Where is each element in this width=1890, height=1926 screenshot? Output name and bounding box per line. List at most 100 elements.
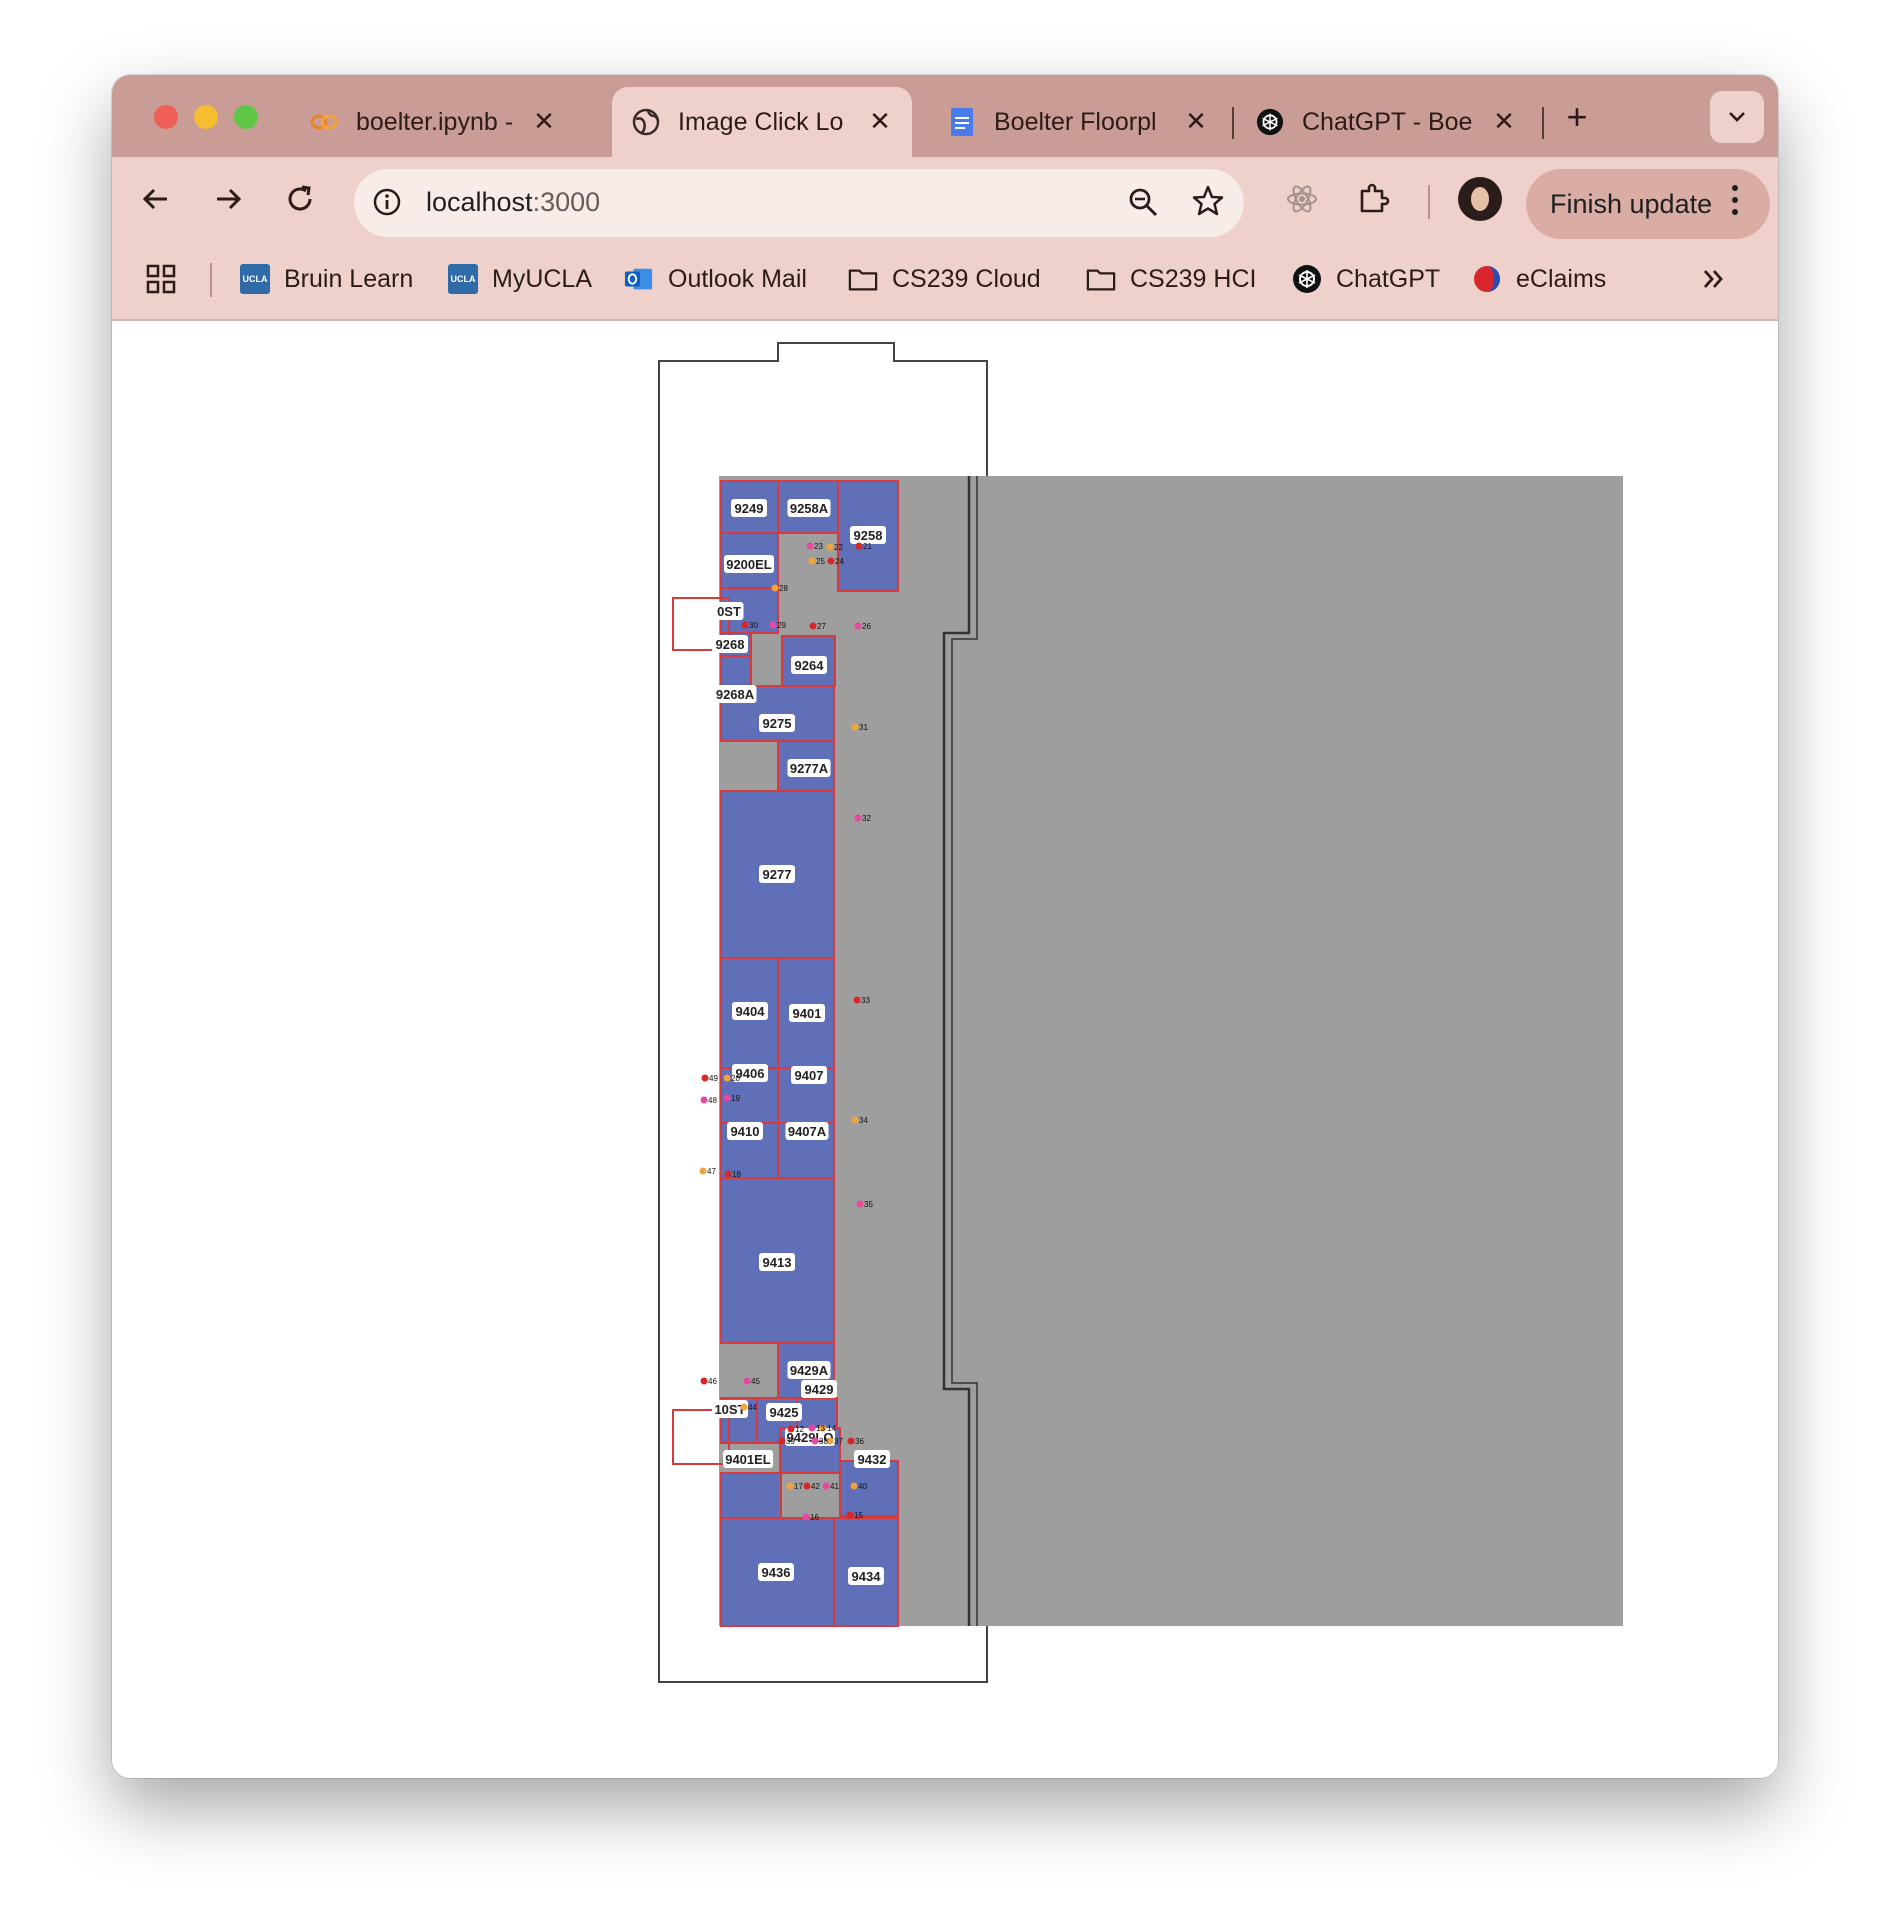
reload-button[interactable] xyxy=(278,177,322,221)
more-bookmarks-button[interactable] xyxy=(1700,261,1726,297)
bookmark-cs239-hci[interactable]: CS239 HCI xyxy=(1086,261,1256,297)
click-marker xyxy=(802,1513,810,1521)
click-marker xyxy=(808,557,816,565)
reload-icon xyxy=(288,185,312,211)
click-marker xyxy=(811,1437,819,1445)
url-text[interactable]: localhost:3000 xyxy=(426,187,600,218)
click-marker-label: 23 xyxy=(814,542,823,551)
room-label: 9258 xyxy=(854,528,883,543)
bookmark-outlook-mail[interactable]: Outlook Mail xyxy=(624,261,807,297)
click-marker-label: 25 xyxy=(816,557,825,566)
click-marker xyxy=(855,542,863,550)
click-marker-label: 12 xyxy=(795,1425,804,1434)
click-marker-label: 45 xyxy=(751,1377,760,1386)
maximize-window-button[interactable] xyxy=(234,105,258,129)
bookmark-eclaims[interactable]: eClaims xyxy=(1472,261,1606,297)
room-label: 9404 xyxy=(736,1004,766,1019)
minimize-window-button[interactable] xyxy=(194,105,218,129)
tab-boelter-notebook[interactable]: boelter.ipynb - ✕ xyxy=(290,87,576,157)
click-marker-label: 18 xyxy=(732,1170,741,1179)
click-marker xyxy=(741,621,749,629)
tab-boelter-floorplan-doc[interactable]: Boelter Floorpl ✕ xyxy=(928,87,1228,157)
click-marker-label: 47 xyxy=(707,1167,716,1176)
bookmark-label: eClaims xyxy=(1516,264,1607,293)
room-9432[interactable] xyxy=(839,1460,899,1517)
click-marker-label: 28 xyxy=(779,584,788,593)
click-marker xyxy=(699,1167,707,1175)
bookmark-label: Outlook Mail xyxy=(668,264,807,293)
click-marker-label: 38 xyxy=(819,1437,828,1446)
floorplan-image[interactable]: 9249 9258A 9258 9200EL 0ST 9268 9268A 9264 9275 9… xyxy=(112,321,1778,1778)
click-marker-label: 36 xyxy=(855,1437,864,1446)
apps-grid-icon xyxy=(146,264,176,294)
click-marker-label: 33 xyxy=(861,996,870,1005)
click-marker xyxy=(700,1096,708,1104)
click-marker-label: 21 xyxy=(863,542,872,551)
finish-update-label: Finish update xyxy=(1550,189,1713,219)
apps-button[interactable] xyxy=(146,261,176,297)
click-marker xyxy=(724,1170,732,1178)
url-host: localhost xyxy=(426,187,533,217)
click-marker-label: 49 xyxy=(709,1074,718,1083)
room-label: 9268 xyxy=(716,637,745,652)
bookmark-bruin-learn[interactable]: UCLA Bruin Learn xyxy=(240,261,413,297)
react-devtools-icon[interactable] xyxy=(1282,179,1322,219)
room-9401el[interactable] xyxy=(720,1472,782,1519)
tab-image-click-logger[interactable]: Image Click Lo ✕ xyxy=(612,87,912,157)
tab-title: Boelter Floorpl xyxy=(994,107,1157,136)
close-tab-icon[interactable]: ✕ xyxy=(1182,107,1210,135)
close-tab-icon[interactable]: ✕ xyxy=(530,107,558,135)
extensions-puzzle-icon[interactable] xyxy=(1354,179,1394,219)
room-label: 9268A xyxy=(716,687,755,702)
click-marker-label: 40 xyxy=(858,1482,867,1491)
zoom-icon[interactable] xyxy=(1126,185,1160,224)
room-label: 9277A xyxy=(790,761,829,776)
click-marker xyxy=(700,1377,708,1385)
address-bar[interactable]: localhost:3000 xyxy=(354,169,1244,237)
click-marker xyxy=(787,1425,795,1433)
site-info-icon[interactable] xyxy=(370,185,404,219)
click-marker xyxy=(769,621,777,629)
click-marker-label: 41 xyxy=(830,1482,839,1491)
bookmark-label: ChatGPT xyxy=(1336,264,1441,293)
back-button[interactable] xyxy=(134,177,178,221)
close-tab-icon[interactable]: ✕ xyxy=(866,107,894,135)
click-marker-label: 42 xyxy=(811,1482,820,1491)
bookmark-chatgpt[interactable]: ChatGPT xyxy=(1292,261,1440,297)
bookmark-cs239-cloud[interactable]: CS239 Cloud xyxy=(848,261,1041,297)
browser-toolbar: localhost:3000 Finish update xyxy=(112,157,1778,239)
bookmark-myucla[interactable]: UCLA MyUCLA xyxy=(448,261,592,297)
chevron-double-right-icon xyxy=(1703,270,1723,288)
forward-button[interactable] xyxy=(206,177,250,221)
tab-chatgpt[interactable]: ChatGPT - Boe ✕ xyxy=(1236,87,1536,157)
google-docs-icon xyxy=(948,108,976,136)
room-label: 9436 xyxy=(762,1565,791,1580)
click-marker-label: 13 xyxy=(816,1424,825,1433)
click-marker xyxy=(803,1482,811,1490)
click-marker-label: 44 xyxy=(748,1403,757,1412)
bookmark-label: MyUCLA xyxy=(492,264,593,293)
click-marker xyxy=(822,1482,830,1490)
close-window-button[interactable] xyxy=(154,105,178,129)
click-marker-label: 26 xyxy=(862,622,871,631)
click-marker xyxy=(778,1437,786,1445)
close-tab-icon[interactable]: ✕ xyxy=(1490,107,1518,135)
chatgpt-icon xyxy=(1292,264,1322,294)
room-label: 9277 xyxy=(763,867,792,882)
click-marker-label: 29 xyxy=(777,621,786,630)
finish-update-button[interactable]: Finish update xyxy=(1526,169,1770,239)
click-marker-label: 30 xyxy=(749,621,758,630)
more-menu-icon[interactable] xyxy=(1732,185,1740,221)
click-marker-label: 14 xyxy=(827,1424,836,1433)
click-marker xyxy=(809,622,817,630)
bookmark-label: CS239 HCI xyxy=(1130,264,1257,293)
profile-avatar[interactable] xyxy=(1458,177,1502,221)
tab-strip: boelter.ipynb - ✕ Image Click Lo ✕ Boelt… xyxy=(112,75,1778,157)
tab-search-button[interactable] xyxy=(1710,91,1764,143)
new-tab-button[interactable]: + xyxy=(1557,97,1597,137)
room-label: 9425 xyxy=(770,1405,799,1420)
tab-separator xyxy=(1542,107,1544,139)
click-marker-label: 19 xyxy=(731,1094,740,1103)
bookmark-star-icon[interactable] xyxy=(1190,183,1226,224)
click-marker-label: 20 xyxy=(731,1074,740,1083)
